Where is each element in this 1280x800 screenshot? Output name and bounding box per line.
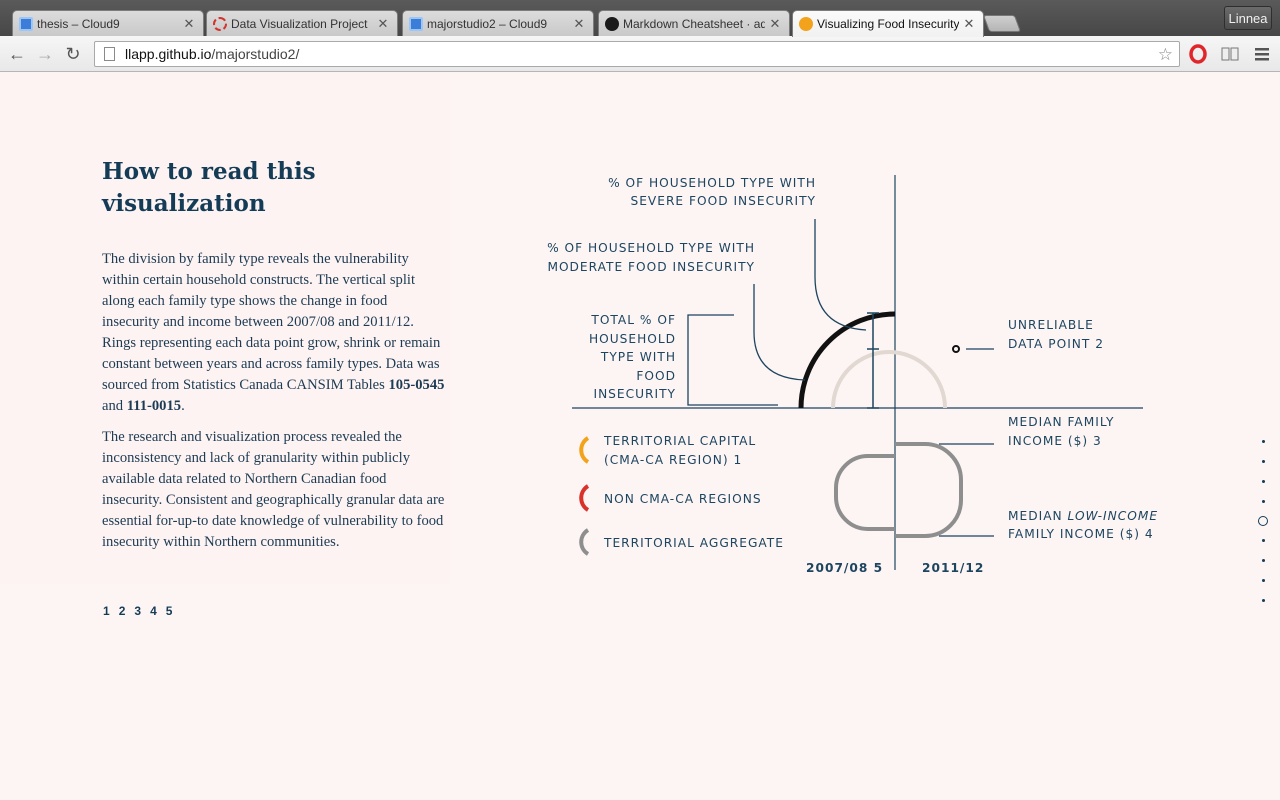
reload-icon[interactable]: ↻ [62, 43, 84, 65]
total-label-3: TYPE WITH [600, 350, 676, 364]
close-icon[interactable]: ✕ [963, 16, 975, 32]
income-ring-2011 [895, 442, 963, 538]
moderate-label-2: MODERATE FOOD INSECURITY [547, 260, 755, 274]
severe-leader-line [814, 219, 867, 331]
section-dot-8[interactable] [1261, 579, 1265, 582]
orange-circle-icon [799, 17, 813, 31]
aggregate-ring-icon [579, 528, 590, 556]
tab-thesis-cloud9[interactable]: thesis – Cloud9 ✕ [12, 10, 204, 36]
non-cma-ring-icon [579, 484, 590, 512]
close-icon[interactable]: ✕ [377, 16, 389, 32]
year-label-2011: 2011/12 [922, 561, 984, 575]
section-dot-2[interactable] [1261, 460, 1265, 463]
intro-paragraph: The division by family type reveals the … [102, 249, 447, 417]
ring-2007-half [798, 311, 896, 409]
section-dot-1[interactable] [1261, 440, 1265, 443]
page-icon [104, 47, 115, 61]
median-low-italic: LOW-INCOME [1068, 509, 1159, 523]
income-ring-2007 [834, 454, 895, 531]
browser-tab-strip: thesis – Cloud9 ✕ Data Visualization Pro… [0, 0, 1280, 37]
median-low-income-label-2: FAMILY INCOME ($) 4 [1008, 527, 1154, 541]
tab-markdown-cheatsheet[interactable]: Markdown Cheatsheet · ad ✕ [598, 10, 790, 36]
menu-icon[interactable] [1252, 44, 1272, 64]
severe-label-1: % OF HOUSEHOLD TYPE WITH [608, 176, 816, 190]
page-content: How to read this visualization The divis… [0, 72, 1280, 800]
pager: 1 2 3 4 5 [103, 604, 172, 618]
and-text: and [102, 398, 127, 414]
severe-label-2: SEVERE FOOD INSECURITY [630, 194, 816, 208]
aggregate-label: TERRITORIAL AGGREGATE [603, 536, 784, 550]
section-dot-nav [1256, 440, 1270, 619]
capital-label-2: (CMA-CA REGION) 1 [604, 453, 742, 467]
total-bracket-line [687, 314, 778, 406]
tab-title: thesis – Cloud9 [37, 16, 120, 31]
tab-data-visualization-project[interactable]: Data Visualization Project ✕ [206, 10, 398, 36]
visualization-legend-diagram: % OF HOUSEHOLD TYPE WITH SEVERE FOOD INS… [547, 175, 1158, 575]
tab-visualizing-food-insecurity[interactable]: Visualizing Food Insecurity ✕ [792, 10, 984, 37]
tab-majorstudio2-cloud9[interactable]: majorstudio2 – Cloud9 ✕ [402, 10, 594, 36]
project-icon [213, 16, 227, 31]
section-dot-6[interactable] [1261, 539, 1265, 542]
section-dot-9[interactable] [1261, 599, 1265, 602]
profile-button[interactable]: Linnea [1224, 6, 1272, 30]
total-label-2: HOUSEHOLD [589, 332, 676, 346]
close-icon[interactable]: ✕ [573, 16, 585, 32]
unreliable-dot-icon [952, 345, 960, 353]
back-arrow-icon[interactable]: ← [6, 43, 28, 65]
page-title: How to read this visualization [102, 158, 316, 217]
reader-book-icon[interactable] [1220, 44, 1240, 64]
pager-link-3[interactable]: 3 [134, 604, 141, 618]
section-dot-3[interactable] [1261, 480, 1265, 483]
table-ref-1: 105-0545 [388, 377, 445, 393]
median-income-label-1: MEDIAN FAMILY [1008, 415, 1114, 429]
opera-icon[interactable] [1188, 44, 1208, 64]
cloud9-icon [19, 16, 33, 31]
research-paragraph: The research and visualization process r… [102, 429, 445, 550]
ring-2011-half [831, 350, 947, 409]
moderate-label-1: % OF HOUSEHOLD TYPE WITH [547, 241, 755, 255]
capital-ring-icon [579, 436, 590, 464]
unreliable-label-2: DATA POINT 2 [1008, 337, 1104, 351]
total-label-1: TOTAL % OF [590, 313, 676, 327]
ring-bracket [867, 312, 879, 409]
tab-title: Markdown Cheatsheet · ad [623, 16, 765, 31]
browser-toolbar: ← → ↻ llapp.github.io/majorstudio2/ ☆ [0, 36, 1280, 72]
pager-link-2[interactable]: 2 [119, 604, 126, 618]
section-dot-current[interactable] [1258, 516, 1268, 526]
new-tab-button[interactable] [982, 15, 1022, 32]
median-low-prefix: MEDIAN [1008, 509, 1068, 523]
close-icon[interactable]: ✕ [183, 16, 195, 32]
pager-link-5[interactable]: 5 [166, 604, 173, 618]
unreliable-label-1: UNRELIABLE [1008, 318, 1094, 332]
pager-link-4[interactable]: 4 [150, 604, 157, 618]
tab-title: Data Visualization Project [231, 16, 368, 31]
tab-title: majorstudio2 – Cloud9 [427, 16, 548, 31]
github-icon [605, 16, 619, 31]
close-icon[interactable]: ✕ [769, 16, 781, 32]
bookmark-star-icon[interactable]: ☆ [1158, 45, 1173, 65]
address-bar[interactable]: llapp.github.io/majorstudio2/ ☆ [94, 41, 1180, 67]
non-cma-label: NON CMA-CA REGIONS [604, 492, 762, 506]
table-ref-2: 111-0015 [126, 398, 182, 414]
url-host: llapp.github.io [125, 46, 212, 62]
intro-paragraph-text: The division by family type reveals the … [102, 251, 441, 393]
capital-label-1: TERRITORIAL CAPITAL [603, 434, 756, 448]
cloud9-icon [409, 16, 423, 31]
median-low-income-label-1: MEDIAN LOW-INCOME [1008, 509, 1158, 523]
section-dot-4[interactable] [1261, 500, 1265, 503]
year-label-2007: 2007/08 5 [806, 561, 883, 575]
url-path: /majorstudio2/ [211, 46, 300, 62]
median-income-label-2: INCOME ($) 3 [1008, 434, 1102, 448]
total-label-4: FOOD [636, 369, 676, 383]
total-label-5: INSECURITY [593, 387, 676, 401]
tab-title: Visualizing Food Insecurity [817, 17, 959, 31]
moderate-leader-line [753, 284, 806, 381]
pager-link-1[interactable]: 1 [103, 604, 110, 618]
section-dot-7[interactable] [1261, 559, 1265, 562]
period-text: . [181, 398, 185, 414]
forward-arrow-icon[interactable]: → [34, 43, 56, 65]
